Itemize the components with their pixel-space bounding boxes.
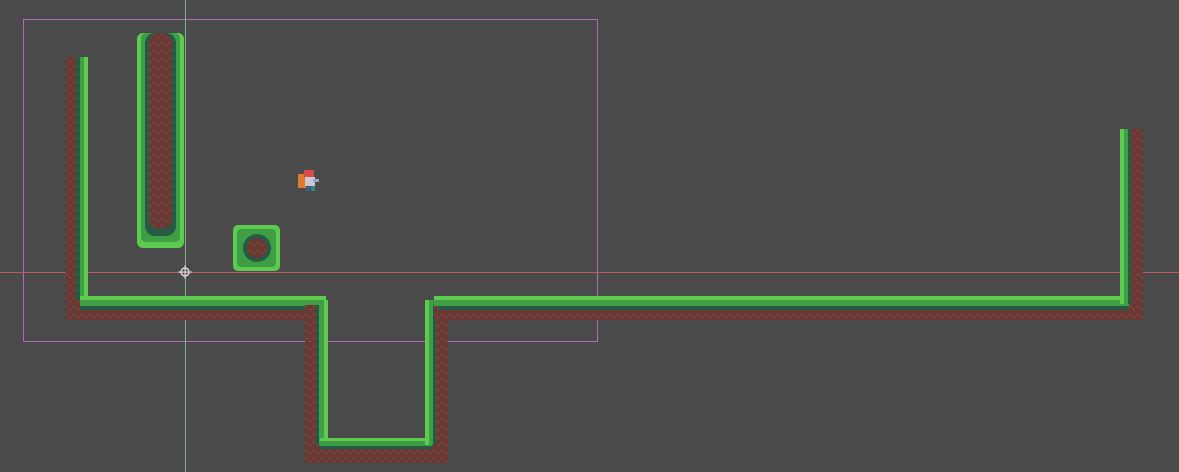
terrain-hanging-column[interactable] <box>137 33 184 248</box>
terrain-pit[interactable] <box>305 300 448 463</box>
terrain-right-section[interactable] <box>434 129 1143 320</box>
scene-viewport[interactable] <box>0 0 1179 472</box>
player-character-sprite[interactable] <box>298 170 319 191</box>
tilemap-layer[interactable] <box>0 0 1179 472</box>
terrain-left-section[interactable] <box>66 57 326 320</box>
terrain-floating-block[interactable] <box>233 225 280 271</box>
origin-crosshair-icon[interactable] <box>178 265 192 279</box>
